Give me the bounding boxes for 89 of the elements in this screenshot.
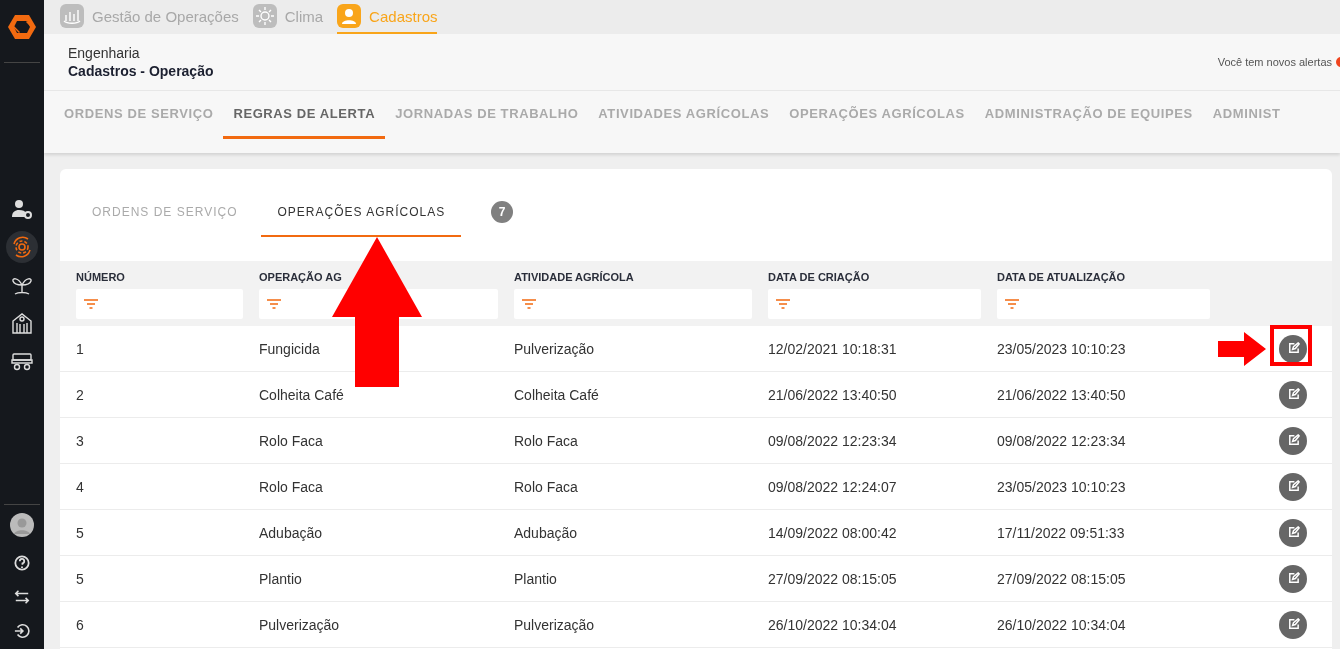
table-cell-text: Adubação (514, 524, 579, 541)
column-header: DATA DE CRIAÇÃO (768, 271, 871, 283)
table-cell-text: Rolo Faca (514, 432, 579, 449)
table-cell-text: 27/09/2022 08:15:05 (997, 570, 1127, 587)
edit-icon (1286, 618, 1300, 631)
edit-button[interactable] (1279, 610, 1307, 639)
table-cell-text: 4 (76, 478, 85, 495)
edit-button[interactable] (1279, 426, 1307, 455)
table-cell-text: 1 (76, 340, 85, 357)
table-cell-text: 09/08/2022 12:23:34 (997, 432, 1127, 449)
filter-icon (1005, 299, 1019, 309)
table-cell-text: 27/09/2022 08:15:05 (768, 570, 898, 587)
table-cell-text: Colheita Café (259, 386, 345, 403)
app-tab[interactable]: Gestão de Operações (60, 0, 239, 34)
person-icon (337, 4, 362, 28)
edit-icon (1286, 342, 1300, 355)
edit-button[interactable] (1279, 334, 1307, 363)
nav-tab[interactable]: ADMINIST (1202, 91, 1291, 139)
app-tab[interactable]: Clima (252, 0, 324, 34)
chart-icon (60, 4, 84, 28)
table-cell-text: 5 (76, 524, 85, 541)
table-cell-text: 09/08/2022 12:24:07 (768, 478, 898, 495)
edit-button[interactable] (1279, 380, 1307, 409)
table-cell-text: 23/05/2023 10:10:23 (997, 340, 1127, 357)
highlight-box (1270, 324, 1312, 366)
edit-icon (1286, 480, 1300, 493)
filter-field[interactable] (768, 289, 981, 319)
table-cell-text: 26/10/2022 10:34:04 (997, 616, 1127, 633)
edit-icon (1286, 434, 1300, 447)
card-tab[interactable]: ORDENS DE SERVIÇO (76, 189, 254, 237)
gear-cycle-icon[interactable] (6, 231, 38, 263)
table-cell-text: 3 (76, 432, 85, 449)
table-cell-text: 5 (76, 570, 85, 587)
table-cell-text: Plantio (514, 570, 558, 587)
table-cell-text: 09/08/2022 12:23:34 (768, 432, 898, 449)
sun-icon (252, 4, 277, 28)
filter-field[interactable] (514, 289, 752, 319)
nav-tab[interactable]: ADMINISTRAÇÃO DE EQUIPES (974, 91, 1203, 139)
table-cell-text: 26/10/2022 10:34:04 (768, 616, 898, 633)
table-cell-text: 23/05/2023 10:10:23 (997, 478, 1127, 495)
table-cell-text: Rolo Faca (259, 432, 324, 449)
table-cell-text: Pulverização (259, 616, 341, 633)
nav-tab[interactable]: ORDENS DE SERVIÇO (54, 91, 224, 139)
filter-field[interactable] (76, 289, 243, 319)
table-cell-text: Pulverização (514, 340, 596, 357)
edit-icon (1286, 572, 1300, 585)
table-cell-text: 6 (76, 616, 85, 633)
logout-icon[interactable] (14, 623, 30, 639)
count-badge: 7 (491, 201, 514, 223)
filter-field[interactable] (997, 289, 1210, 319)
nav-tab[interactable]: JORNADAS DE TRABALHO (385, 91, 589, 139)
page-title: Cadastros - Operação (68, 63, 214, 79)
nav-tab[interactable]: REGRAS DE ALERTA (223, 91, 386, 139)
help-icon[interactable] (14, 555, 30, 571)
table-cell-text: 21/06/2022 13:40:50 (997, 386, 1127, 403)
swap-icon[interactable] (14, 589, 30, 605)
table-cell-text: 12/02/2021 10:18:31 (768, 340, 898, 357)
column-header: ATIVIDADE AGRÍCOLA (514, 271, 635, 283)
table-cell-text: 21/06/2022 13:40:50 (768, 386, 898, 403)
table-cell-text: Colheita Café (514, 386, 600, 403)
section-subtitle: Engenharia (68, 45, 141, 61)
nav-tab[interactable]: ATIVIDADES AGRÍCOLAS (588, 91, 780, 139)
edit-button[interactable] (1279, 472, 1307, 501)
edit-button[interactable] (1279, 518, 1307, 547)
filter-icon (522, 299, 536, 309)
nav-tab[interactable]: OPERAÇÕES AGRÍCOLAS (779, 91, 975, 139)
table-cell-text: Rolo Faca (259, 478, 324, 495)
table-cell-text: 14/09/2022 08:00:42 (768, 524, 898, 541)
alert-text[interactable]: Você tem novos alertas (1217, 56, 1332, 68)
filter-icon (776, 299, 790, 309)
table-cell-text: 2 (76, 386, 85, 403)
table-cell-text: 17/11/2022 09:51:33 (997, 524, 1126, 541)
column-header: DATA DE ATUALIZAÇÃO (997, 271, 1127, 283)
annotation-arrow (1218, 331, 1266, 366)
filter-icon (267, 299, 281, 309)
table-cell-text: Adubação (259, 524, 324, 541)
table-cell-text: Plantio (259, 570, 303, 587)
table-cell-text: Fungicida (259, 340, 321, 357)
edit-button[interactable] (1279, 564, 1307, 593)
edit-icon (1286, 388, 1300, 401)
filter-icon (84, 299, 98, 309)
table-cell-text: Pulverização (514, 616, 596, 633)
avatar-icon[interactable] (10, 513, 34, 537)
logo-icon (7, 12, 37, 42)
edit-icon (1286, 526, 1300, 539)
table-cell-text: Rolo Faca (514, 478, 579, 495)
column-header: NÚMERO (76, 271, 126, 283)
column-header: OPERAÇÃO AG (259, 271, 343, 283)
card-tab[interactable]: OPERAÇÕES AGRÍCOLAS (261, 189, 462, 237)
